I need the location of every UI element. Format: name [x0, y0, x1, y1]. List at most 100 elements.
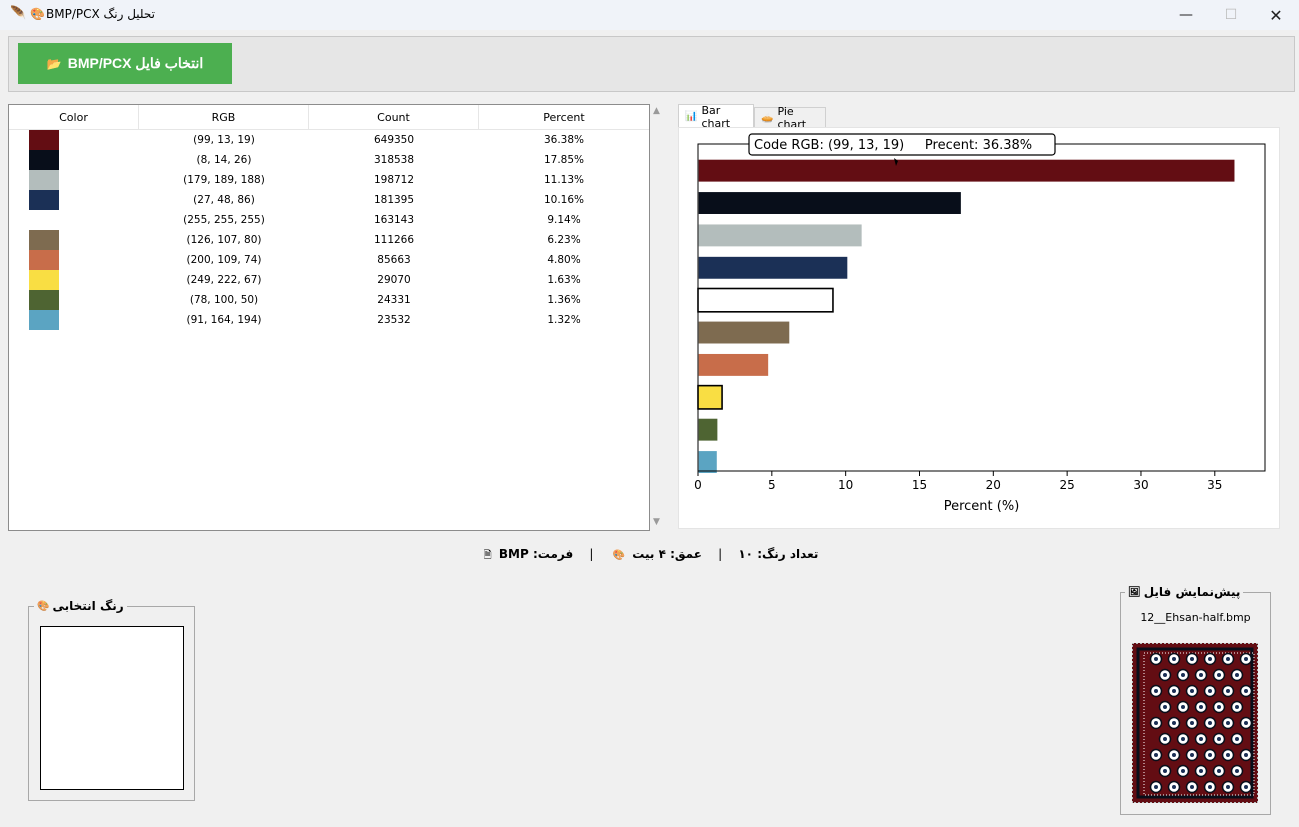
carpet-motif-center: [1181, 769, 1185, 773]
carpet-motif-center: [1190, 689, 1194, 693]
carpet-motif-center: [1217, 737, 1221, 741]
color-swatch: [29, 170, 59, 190]
x-tick-label: 30: [1133, 478, 1148, 492]
selected-color-title: رنگ انتخابی 🎨: [34, 599, 127, 613]
table-row[interactable]: (126, 107, 80) 111266 6.23%: [9, 230, 649, 250]
carpet-motif-center: [1226, 689, 1230, 693]
preview-filename: 12__Ehsan-half.bmp: [1140, 611, 1251, 624]
column-header-rgb[interactable]: RGB: [139, 105, 309, 130]
file-preview-label: پیش‌نمایش فایل: [1143, 585, 1241, 599]
color-swatch: [29, 230, 59, 250]
count-cell: 198712: [373, 174, 415, 186]
table-row[interactable]: (8, 14, 26) 318538 17.85%: [9, 150, 649, 170]
rgb-cell: (91, 164, 194): [186, 314, 262, 326]
feather-icon: 🪶: [10, 6, 27, 21]
bar[interactable]: [697, 158, 1236, 184]
status-separator: |: [718, 547, 723, 561]
carpet-motif-center: [1208, 657, 1212, 661]
title-bar: 🪶 🎨 تحلیل رنگ BMP/PCX — ☐ ✕: [0, 0, 1299, 30]
table-row[interactable]: (179, 189, 188) 198712 11.13%: [9, 170, 649, 190]
table-row[interactable]: (200, 109, 74) 85663 4.80%: [9, 250, 649, 270]
color-table[interactable]: Color RGB Count Percent (99, 13, 19) 6493…: [8, 104, 650, 531]
toolbar: 📂 انتخاب فایل BMP/PCX: [8, 36, 1295, 92]
carpet-motif-center: [1208, 721, 1212, 725]
table-row[interactable]: (78, 100, 50) 24331 1.36%: [9, 290, 649, 310]
carpet-motif-center: [1217, 673, 1221, 677]
count-cell: 318538: [373, 154, 415, 166]
file-icon: 🗎: [483, 550, 492, 561]
tab-bar-chart[interactable]: 📊 Bar chart: [678, 104, 754, 130]
carpet-motif-center: [1172, 785, 1176, 789]
bar[interactable]: [697, 352, 770, 378]
file-preview-title: پیش‌نمایش فایل 🖼: [1125, 585, 1244, 599]
x-tick-label: 35: [1207, 478, 1222, 492]
carpet-motif-center: [1235, 769, 1239, 773]
tooltip-text: Code RGB: (99, 13, 19) Precent: 36.38%: [754, 138, 1032, 153]
pick-file-button[interactable]: 📂 انتخاب فایل BMP/PCX: [18, 43, 232, 84]
palette-icon: 🎨: [612, 550, 626, 561]
carpet-motif-center: [1235, 737, 1239, 741]
column-header-count[interactable]: Count: [309, 105, 479, 130]
count-cell: 29070: [377, 274, 411, 286]
color-swatch: [29, 310, 59, 330]
column-header-color[interactable]: Color: [9, 105, 139, 130]
x-tick-label: 15: [912, 478, 927, 492]
bar[interactable]: [697, 384, 723, 410]
bar[interactable]: [697, 255, 849, 281]
percent-cell: 17.85%: [543, 154, 585, 166]
maximize-button[interactable]: ☐: [1208, 0, 1254, 30]
carpet-motif-center: [1199, 705, 1203, 709]
carpet-motif-center: [1244, 753, 1248, 757]
percent-cell: 9.14%: [547, 214, 581, 226]
pie-chart-icon: 🥧: [761, 112, 774, 124]
carpet-motif-center: [1217, 705, 1221, 709]
carpet-motif-center: [1208, 689, 1212, 693]
folder-open-icon: 📂: [46, 56, 62, 71]
tab-pie-chart[interactable]: 🥧 Pie chart: [754, 105, 826, 131]
rgb-cell: (126, 107, 80): [186, 234, 262, 246]
table-row[interactable]: (91, 164, 194) 23532 1.32%: [9, 310, 649, 330]
bar-chart: 0 5 10 15 20 25 30 35 Percent (%) Code RGB: (99, …: [694, 133, 1266, 514]
close-button[interactable]: ✕: [1253, 0, 1299, 30]
carpet-motif-center: [1154, 785, 1158, 789]
bar[interactable]: [697, 223, 864, 248]
color-swatch: [29, 190, 59, 210]
x-axis-label: Percent (%): [944, 499, 1020, 514]
bar[interactable]: [697, 190, 963, 216]
carpet-motif-center: [1208, 753, 1212, 757]
carpet-motif-center: [1244, 689, 1248, 693]
carpet-motif-center: [1199, 737, 1203, 741]
percent-cell: 1.36%: [547, 294, 581, 306]
percent-cell: 36.38%: [543, 134, 585, 146]
column-header-percent[interactable]: Percent: [479, 105, 649, 130]
carpet-motif-center: [1190, 657, 1194, 661]
bar[interactable]: [697, 417, 719, 443]
carpet-motif-center: [1208, 785, 1212, 789]
percent-cell: 1.63%: [547, 274, 581, 286]
carpet-motif-center: [1244, 721, 1248, 725]
carpet-motif-center: [1181, 705, 1185, 709]
table-row[interactable]: (255, 255, 255) 163143 9.14%: [9, 210, 649, 230]
scroll-down-arrow-icon[interactable]: ▼: [653, 517, 660, 527]
rgb-cell: (78, 100, 50): [189, 294, 259, 306]
table-row[interactable]: (99, 13, 19) 649350 36.38%: [9, 130, 649, 150]
bar[interactable]: [697, 287, 834, 313]
carpet-motif-center: [1226, 753, 1230, 757]
carpet-motif-center: [1226, 785, 1230, 789]
format-status: فرمت: BMP: [498, 547, 574, 561]
bar[interactable]: [697, 449, 719, 475]
carpet-motif-center: [1199, 673, 1203, 677]
bar[interactable]: [697, 320, 791, 345]
carpet-motif-center: [1235, 673, 1239, 677]
scroll-up-arrow-icon[interactable]: ▲: [653, 106, 660, 116]
carpet-motif-center: [1244, 657, 1248, 661]
status-line: تعداد رنگ: ۱۰ | عمق: ۴ بیت 🎨 | فرمت: BMP…: [0, 547, 1299, 565]
carpet-motif-center: [1217, 769, 1221, 773]
color-swatch: [29, 270, 59, 290]
carpet-motif-center: [1226, 657, 1230, 661]
table-row[interactable]: (27, 48, 86) 181395 10.16%: [9, 190, 649, 210]
minimize-button[interactable]: —: [1163, 0, 1209, 30]
carpet-motif-center: [1172, 689, 1176, 693]
selected-color-swatch: [40, 626, 184, 790]
table-row[interactable]: (249, 222, 67) 29070 1.63%: [9, 270, 649, 290]
